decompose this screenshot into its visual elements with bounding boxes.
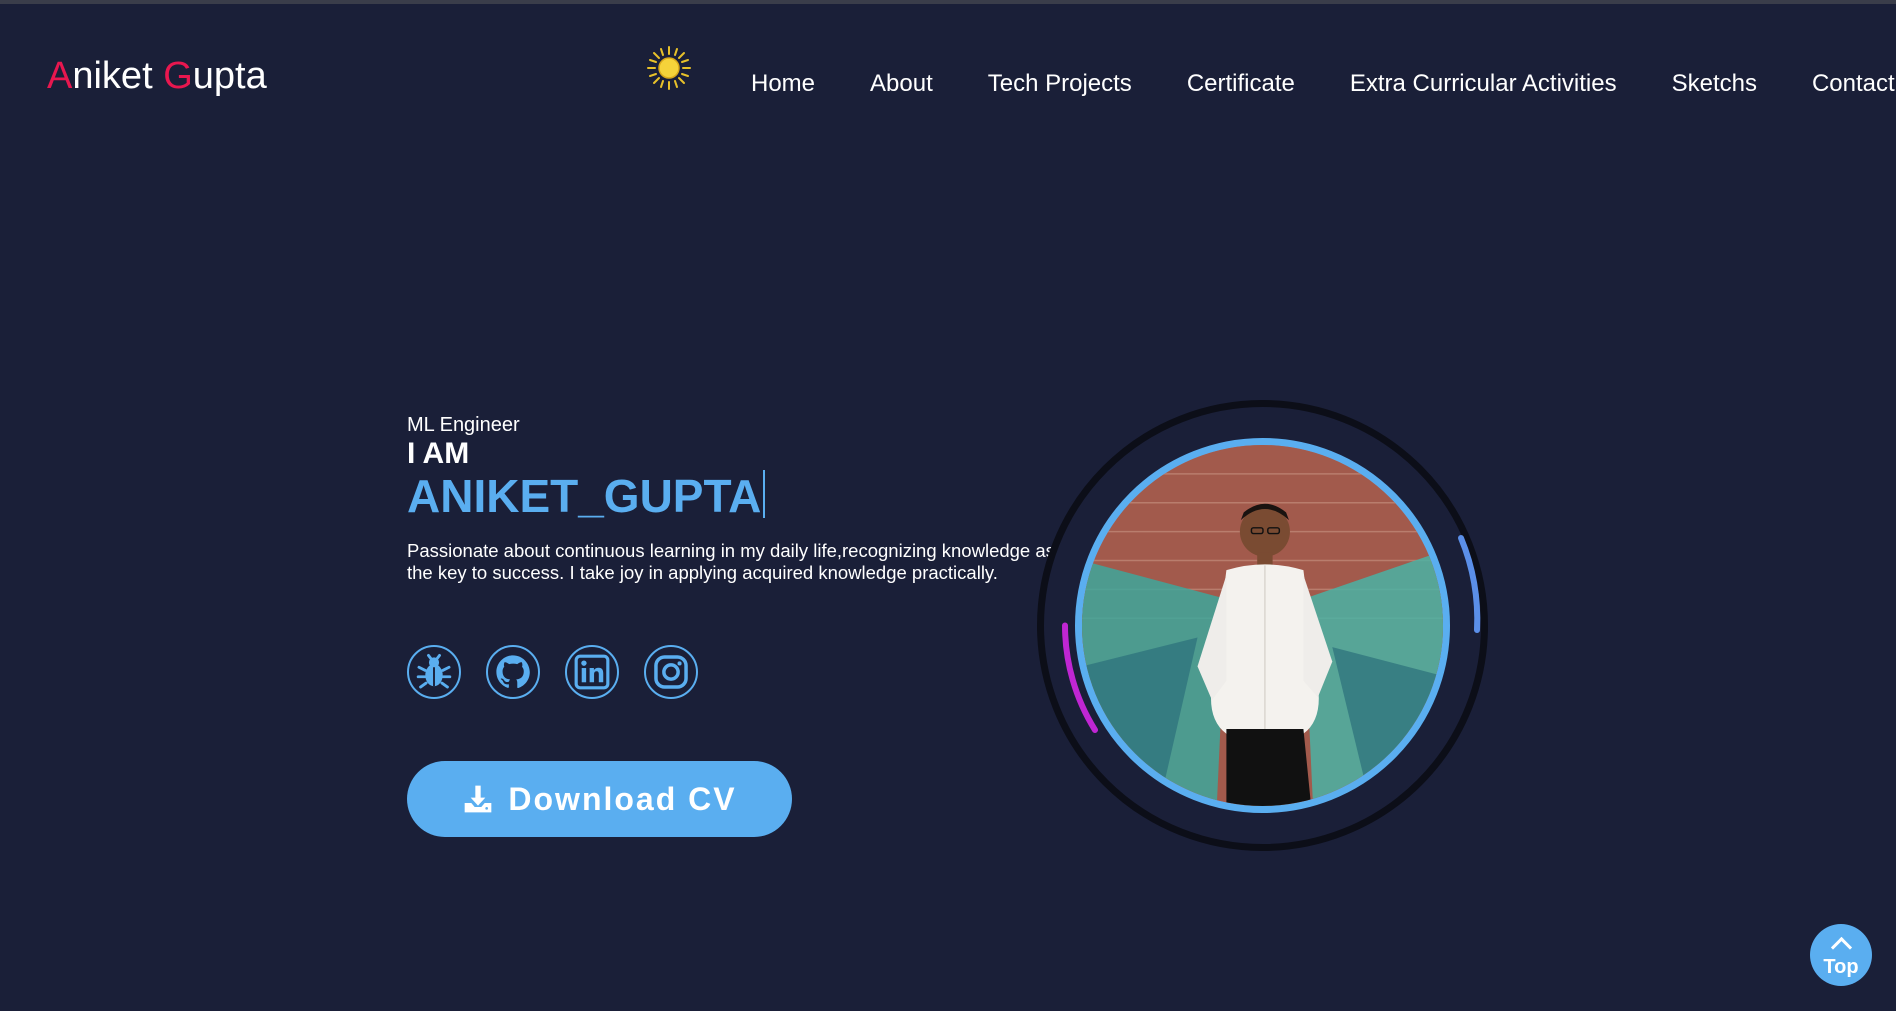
bug-icon — [416, 653, 452, 689]
logo-text-last: upta — [192, 55, 267, 97]
nav-sketchs[interactable]: Sketchs — [1672, 70, 1757, 98]
hero-intro: I AM — [407, 437, 470, 470]
nav-about[interactable]: About — [870, 70, 933, 98]
profile-portrait — [1035, 398, 1490, 853]
download-cv-label: Download CV — [508, 780, 737, 817]
linkedin-link[interactable] — [565, 645, 619, 699]
hero-name-text: ANIKET_GUPTA — [407, 470, 762, 522]
window-top-border — [0, 0, 1896, 4]
social-links — [407, 645, 698, 699]
logo-initial-last: G — [163, 55, 193, 97]
nav-contact[interactable]: Contact — [1812, 70, 1895, 98]
hero-name: ANIKET_GUPTA — [407, 470, 766, 522]
github-link[interactable] — [486, 645, 540, 699]
nav-extra-curricular[interactable]: Extra Curricular Activities — [1350, 70, 1617, 98]
logo-text-first: niket — [72, 55, 164, 97]
instagram-link[interactable] — [644, 645, 698, 699]
instagram-icon — [654, 655, 688, 689]
scroll-top-label: Top — [1823, 955, 1859, 978]
linkedin-icon — [574, 654, 610, 690]
download-icon — [465, 785, 492, 813]
hero-description: Passionate about continuous learning in … — [407, 540, 1055, 583]
hero-role: ML Engineer — [407, 414, 520, 436]
bug-link[interactable] — [407, 645, 461, 699]
scroll-top-button[interactable]: Top — [1810, 924, 1872, 986]
github-icon — [496, 655, 530, 689]
profile-photo — [1075, 438, 1450, 813]
sun-icon[interactable] — [646, 45, 692, 91]
logo-initial-first: A — [47, 55, 73, 97]
nav-certificate[interactable]: Certificate — [1187, 70, 1295, 98]
chevron-up-icon — [1830, 936, 1852, 958]
nav-tech-projects[interactable]: Tech Projects — [988, 70, 1132, 98]
typing-cursor — [763, 470, 766, 518]
main-nav: Home About Tech Projects Certificate Ext… — [751, 70, 1895, 98]
download-cv-button[interactable]: Download CV — [407, 761, 792, 837]
nav-home[interactable]: Home — [751, 70, 815, 98]
site-logo[interactable]: Aniket Gupta — [47, 54, 267, 98]
